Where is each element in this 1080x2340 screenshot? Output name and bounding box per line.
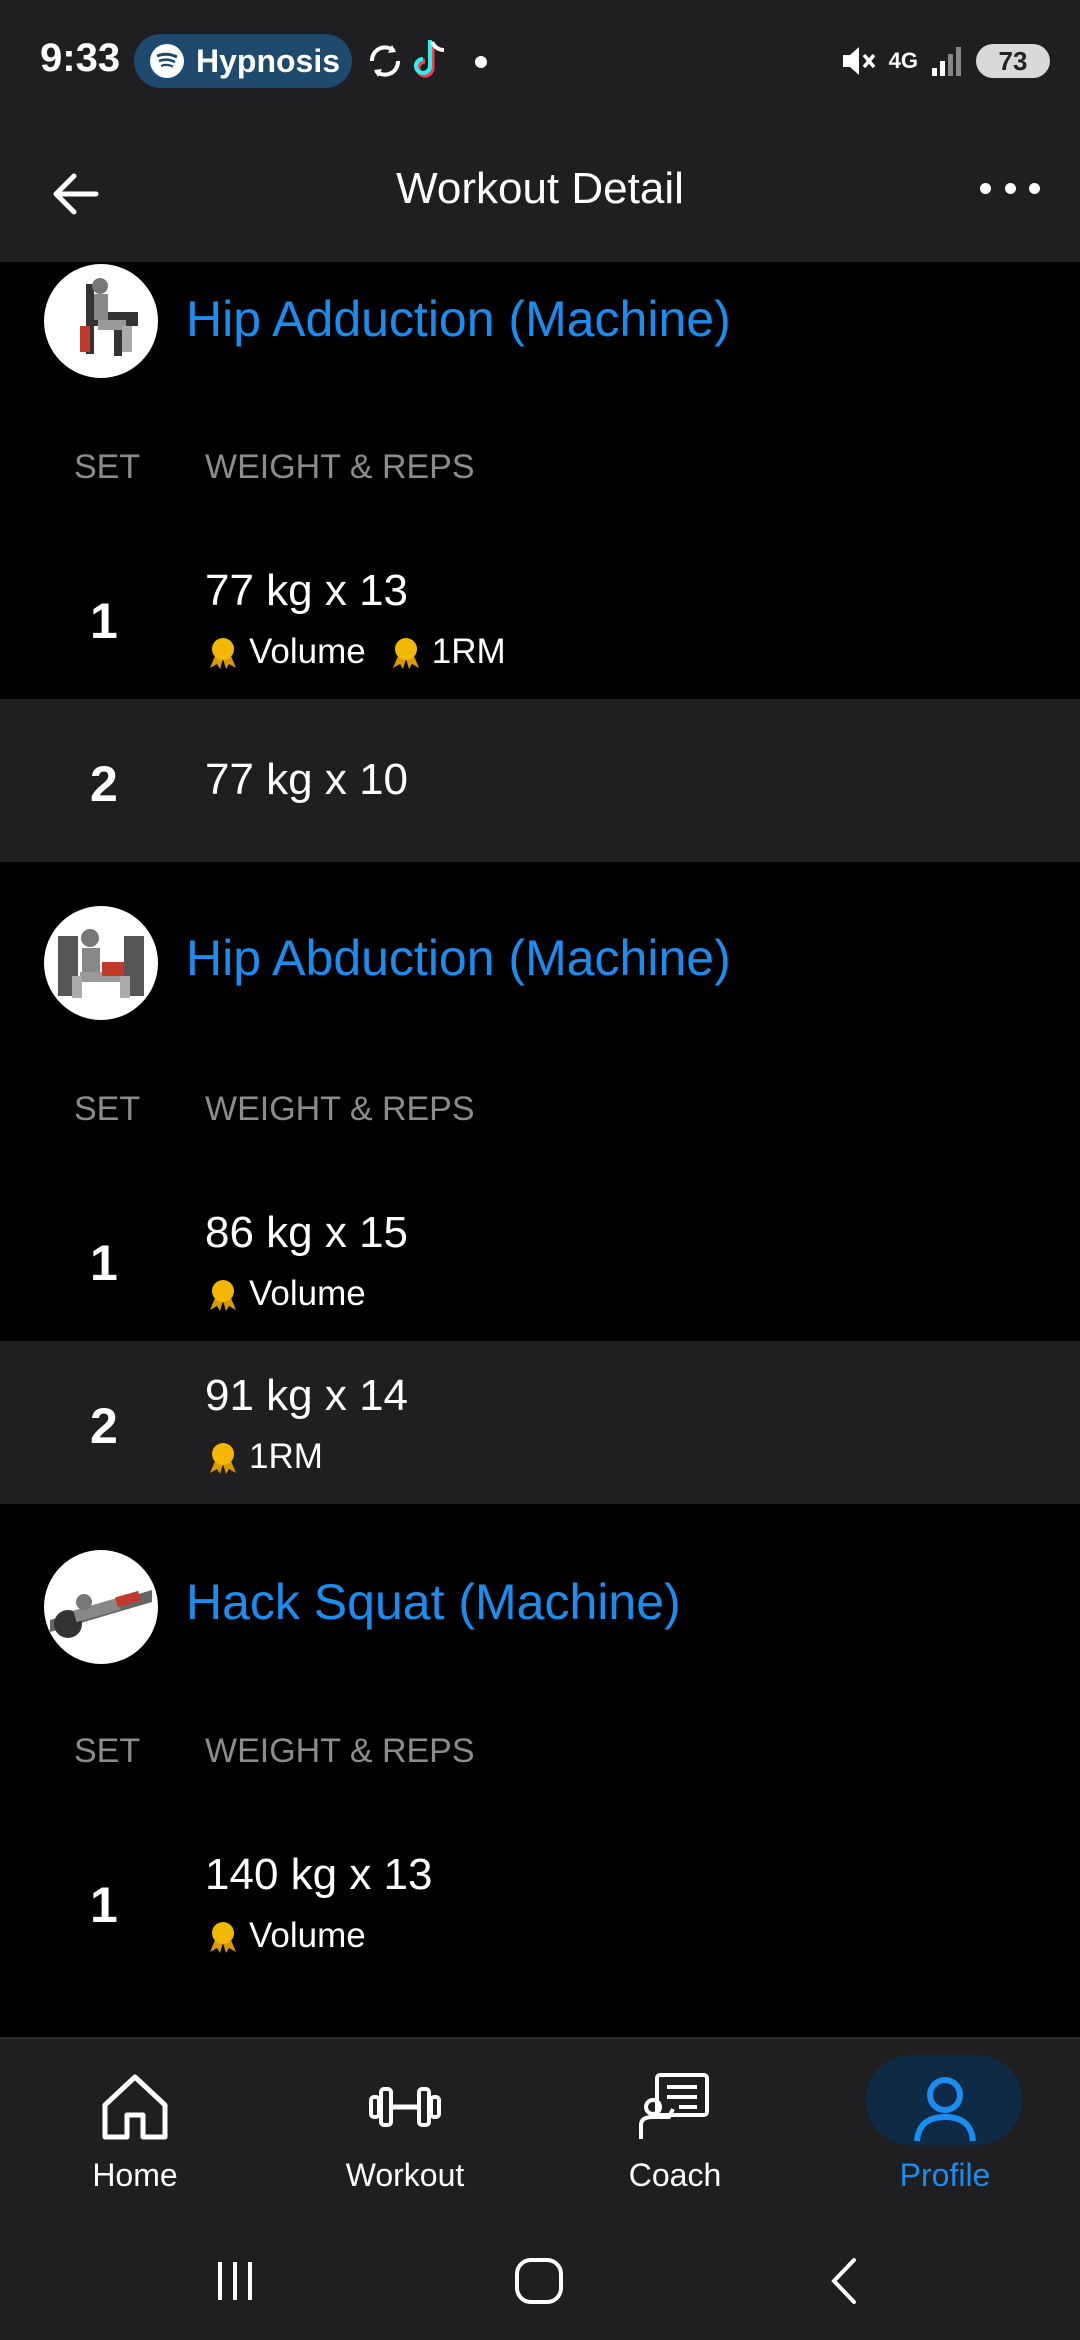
exercise-name[interactable]: Hack Squat (Machine) [186,1573,681,1631]
record-badge: Volume [205,632,366,672]
record-badge: 1RM [388,632,506,672]
col-weight-reps-header: WEIGHT & REPS [205,1090,475,1128]
status-time: 9:33 [40,36,121,80]
record-label: Volume [249,1274,366,1313]
set-records: 1RM [205,1437,345,1477]
set-row: 1 86 kg x 15 Volume [0,1178,1080,1341]
battery-indicator: 73 [976,44,1050,78]
record-label: Volume [249,632,366,671]
signal-icon [932,47,961,76]
workout-content[interactable]: Hip Adduction (Machine) SET WEIGHT & REP… [0,262,1080,2037]
exercise-header[interactable]: Hack Squat (Machine) [0,1545,1080,1665]
sync-icon [370,45,400,77]
recent-apps-icon[interactable] [210,2256,260,2306]
set-row: 2 91 kg x 14 1RM [0,1341,1080,1504]
set-weight-reps: 91 kg x 14 [205,1371,409,1420]
exercise-name[interactable]: Hip Abduction (Machine) [186,929,731,987]
home-icon [102,2074,168,2140]
page-title: Workout Detail [396,164,684,213]
nav-coach[interactable]: Coach [540,2039,810,2222]
more-options-icon[interactable] [980,178,1040,198]
bottom-nav: Home Workout Coach Profile [0,2037,1080,2222]
coach-icon [639,2073,709,2139]
system-nav-bar [0,2220,1080,2340]
medal-icon [392,638,419,669]
exercise-thumbnail [44,264,158,378]
spotify-icon [150,44,184,78]
nav-home[interactable]: Home [0,2039,270,2222]
col-set-header: SET [74,1732,141,1770]
record-badge: 1RM [205,1437,323,1477]
set-row: 2 77 kg x 10 [0,699,1080,862]
app-header: Workout Detail [0,122,1080,262]
home-button-icon[interactable] [512,2256,566,2306]
nav-label: Profile [899,2157,991,2193]
nav-workout[interactable]: Workout [270,2039,540,2222]
media-pill[interactable]: Hypnosis [134,34,352,88]
medal-icon [210,1443,236,1474]
set-number: 1 [90,593,118,649]
tiktok-icon [414,40,445,78]
column-headers: SET WEIGHT & REPS [0,1732,1080,1792]
col-set-header: SET [74,1090,141,1128]
set-records: Volume [205,1274,388,1314]
set-records: Volume 1RM [205,632,528,672]
set-row: 1 140 kg x 13 Volume [0,1820,1080,1983]
medal-icon [210,1280,236,1311]
set-weight-reps: 140 kg x 13 [205,1850,433,1899]
set-weight-reps: 77 kg x 10 [205,755,409,804]
set-weight-reps: 77 kg x 13 [205,566,409,615]
set-number: 1 [90,1235,118,1291]
record-badge: Volume [205,1274,366,1314]
status-bar: 9:33 Hypnosis 4G 73 [0,0,1080,122]
exercise-header[interactable]: Hip Adduction (Machine) [0,262,1080,382]
exercise-name[interactable]: Hip Adduction (Machine) [186,290,731,348]
record-label: 1RM [249,1437,323,1476]
network-type: 4G [888,48,918,73]
exercise-header[interactable]: Hip Abduction (Machine) [0,903,1080,1023]
record-label: 1RM [431,632,506,671]
nav-label: Workout [345,2157,465,2193]
nav-profile[interactable]: Profile [810,2039,1080,2222]
set-number: 1 [90,1877,118,1933]
record-label: Volume [249,1916,366,1955]
profile-icon [914,2077,976,2142]
set-number: 2 [90,756,118,812]
col-weight-reps-header: WEIGHT & REPS [205,448,475,486]
set-row: 1 77 kg x 13 Volume 1RM [0,536,1080,699]
col-set-header: SET [74,448,141,486]
media-label: Hypnosis [196,42,341,79]
set-number: 2 [90,1398,118,1454]
exercise-thumbnail [44,906,158,1020]
record-badge: Volume [205,1916,366,1956]
dumbbell-icon [369,2087,441,2127]
set-records: Volume [205,1916,388,1956]
system-back-icon[interactable] [820,2256,870,2306]
status-indicators: 4G 73 [839,36,1050,86]
nav-label: Home [92,2157,178,2193]
exercise-thumbnail [44,1550,158,1664]
col-weight-reps-header: WEIGHT & REPS [205,1732,475,1770]
medal-icon [210,638,236,669]
medal-icon [210,1922,236,1953]
set-weight-reps: 86 kg x 15 [205,1208,409,1257]
nav-label: Coach [628,2157,722,2193]
column-headers: SET WEIGHT & REPS [0,448,1080,508]
mute-icon [842,47,875,75]
column-headers: SET WEIGHT & REPS [0,1090,1080,1150]
notification-dot [475,56,487,68]
